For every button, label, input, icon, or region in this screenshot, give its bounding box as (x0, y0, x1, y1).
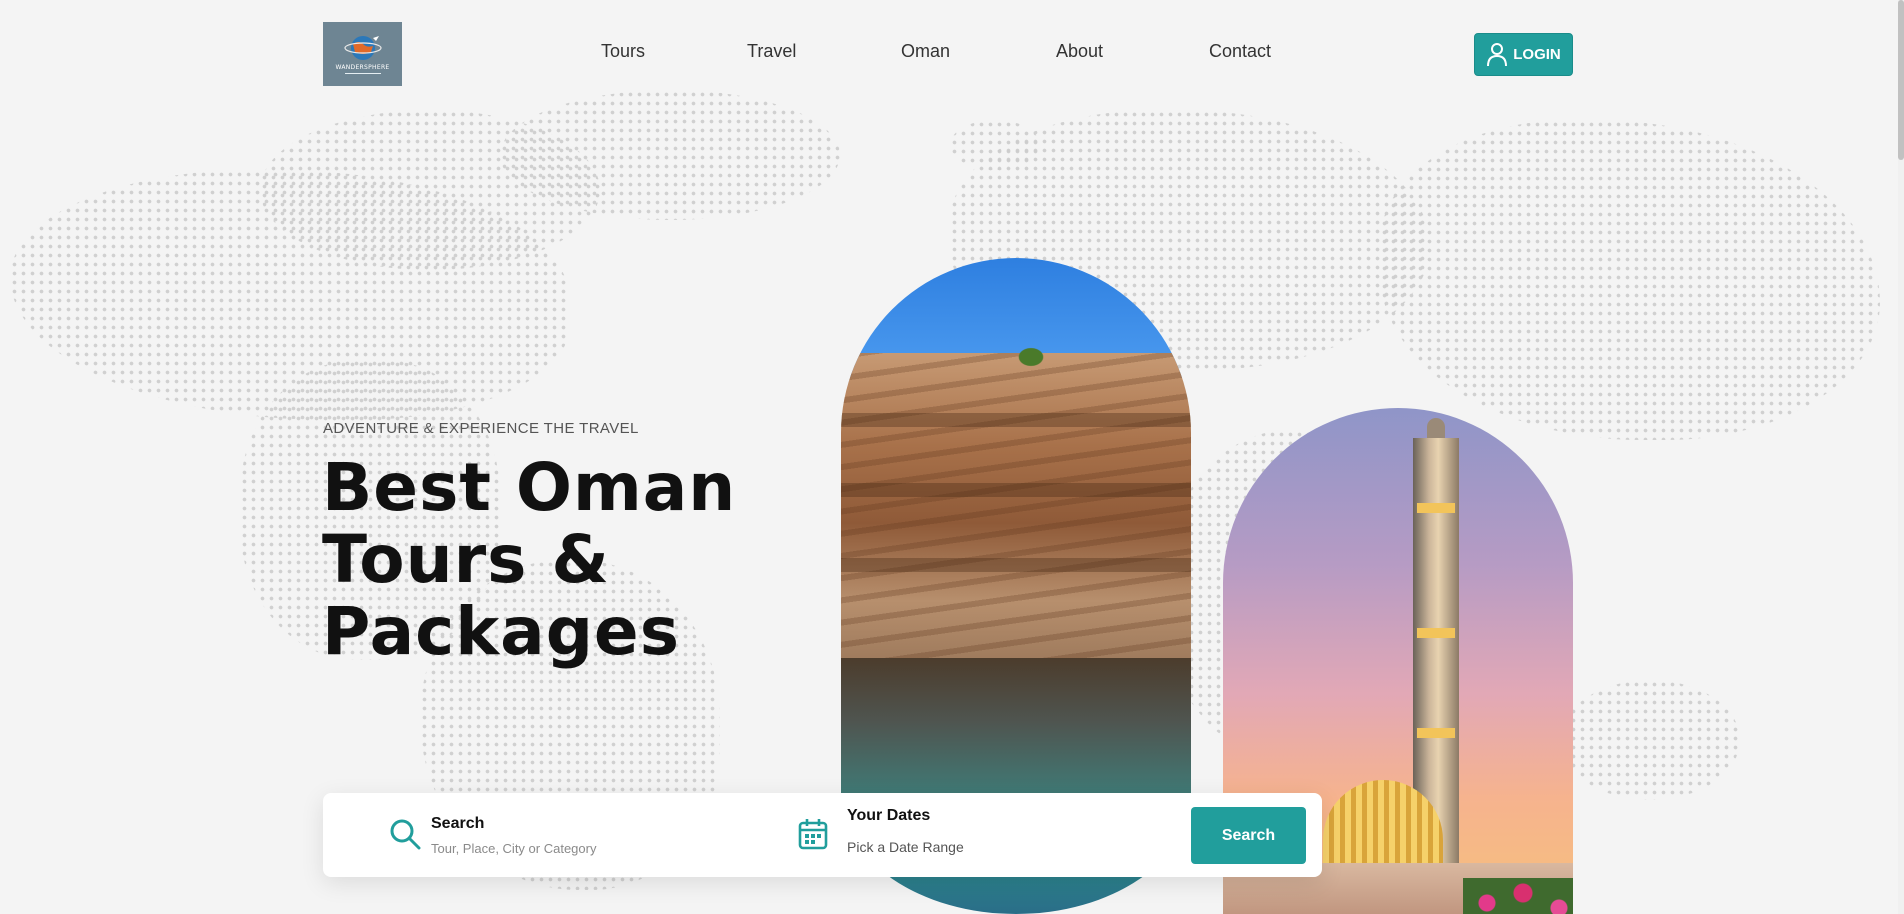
page-scrollbar[interactable] (1898, 0, 1904, 914)
logo-divider (344, 73, 381, 74)
user-icon (1487, 42, 1508, 66)
map-dots-southeast-asia (1560, 680, 1740, 800)
nav-item-contact[interactable]: Contact (1209, 41, 1271, 62)
date-range-input[interactable] (847, 836, 1067, 858)
search-input[interactable] (431, 838, 751, 858)
dates-label: Your Dates (847, 807, 931, 824)
hero-title-line-3: Packages (322, 593, 680, 670)
calendar-icon (798, 819, 828, 850)
nav-item-travel[interactable]: Travel (747, 41, 796, 62)
search-label: Search (431, 815, 485, 832)
search-button[interactable]: Search (1191, 807, 1306, 864)
cliff-ledge (841, 483, 1191, 497)
nav-item-tours[interactable]: Tours (601, 41, 645, 62)
hero-title-line-1: Best Oman (322, 449, 737, 526)
hero-title-line-2: Tours & (322, 521, 610, 598)
hero-eyebrow: ADVENTURE & EXPERIENCE THE TRAVEL (323, 420, 639, 437)
main-nav: Tours Travel Oman About Contact (0, 41, 1904, 65)
palm-tree (1016, 346, 1046, 368)
login-button[interactable]: LOGIN (1474, 33, 1573, 76)
nav-item-oman[interactable]: Oman (901, 41, 950, 62)
search-bar: Search Your Dates Search (323, 793, 1322, 877)
nav-item-about[interactable]: About (1056, 41, 1103, 62)
map-dots-greenland (500, 90, 840, 220)
minaret-light-band (1417, 628, 1455, 638)
cliff-ledge (841, 558, 1191, 572)
page: WANDERSPHERE Tours Travel Oman About Con… (0, 0, 1904, 914)
map-dots-asia (1380, 120, 1880, 440)
search-icon (390, 819, 421, 850)
minaret-light-band (1417, 503, 1455, 513)
hero-title: Best Oman Tours & Packages (322, 452, 742, 668)
scrollbar-thumb[interactable] (1898, 0, 1904, 160)
minaret-light-band (1417, 728, 1455, 738)
map-dots-iceland (950, 120, 1040, 170)
cliff-ledge (841, 413, 1191, 427)
flowers (1463, 878, 1573, 914)
login-label: LOGIN (1513, 46, 1561, 63)
canyon-cliff (841, 353, 1191, 663)
logo-text: WANDERSPHERE (335, 64, 390, 71)
